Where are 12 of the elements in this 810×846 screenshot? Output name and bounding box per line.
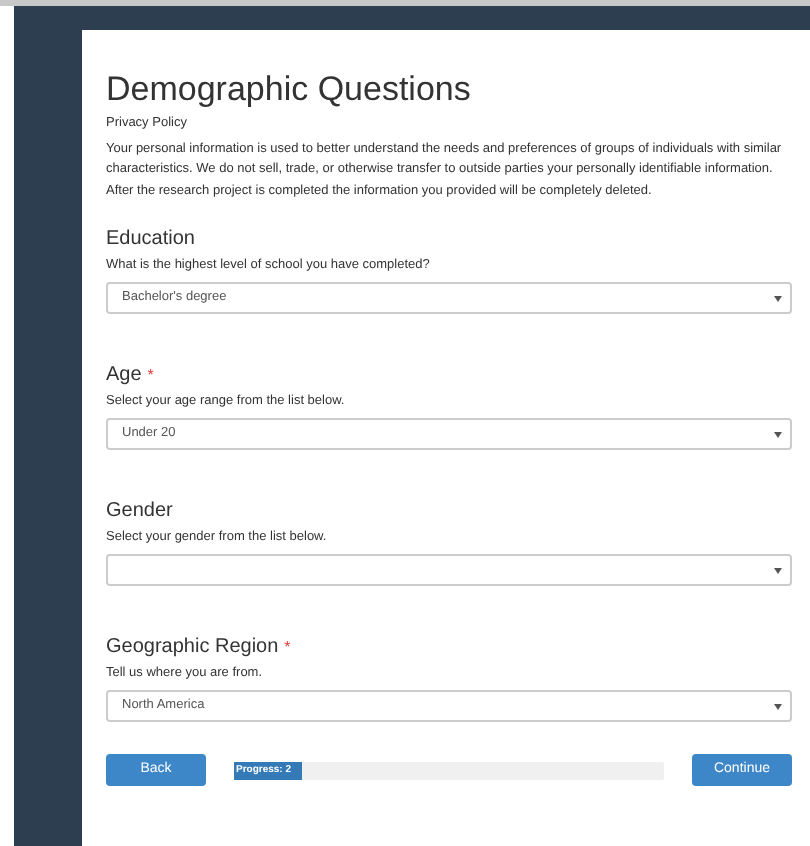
select-field[interactable] — [106, 554, 792, 587]
required-mark: * — [147, 364, 154, 389]
dropdown-caret-icon — [774, 703, 782, 710]
page-title: Demographic Questions — [106, 70, 473, 110]
dropdown-caret-icon — [774, 431, 782, 438]
required-mark: * — [284, 636, 291, 661]
question-label: Age — [106, 362, 142, 391]
question-label: Geographic Region — [106, 634, 279, 663]
dropdown-caret-icon — [774, 567, 782, 574]
question-label: Education — [106, 226, 195, 255]
dropdown-caret-icon — [774, 295, 782, 302]
question-label: Gender — [106, 498, 173, 527]
